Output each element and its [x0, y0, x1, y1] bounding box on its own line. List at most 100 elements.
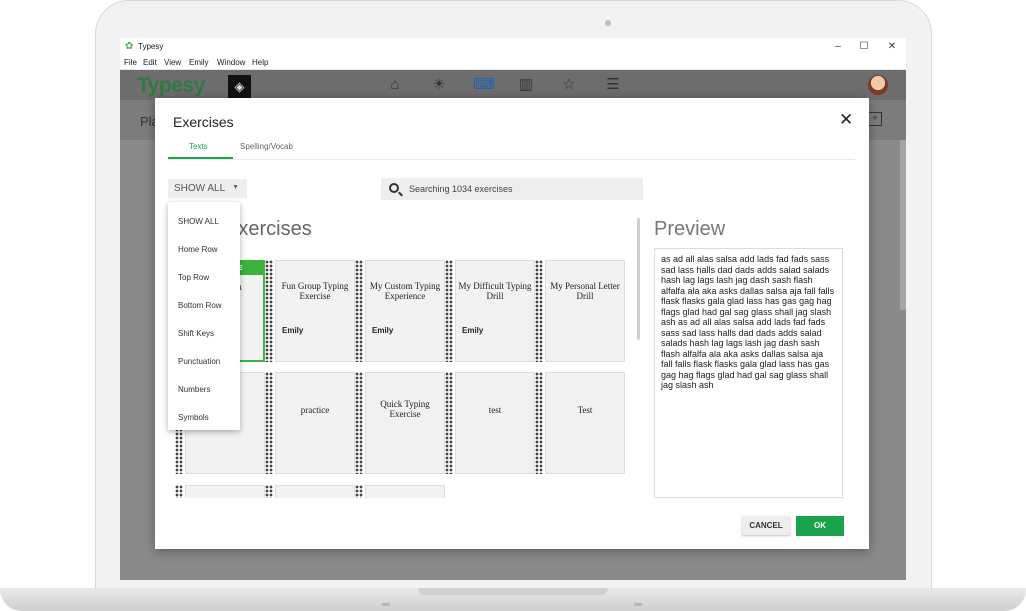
- exercise-card[interactable]: Quick Typing Exercise: [355, 372, 445, 474]
- clipboard-icon[interactable]: ☰: [604, 76, 622, 94]
- title-bar: ✿ Typesy – ☐ ✕: [120, 38, 906, 56]
- lightbulb-icon[interactable]: ☀: [430, 76, 448, 94]
- spiral-binding: [265, 260, 273, 362]
- dropdown-item-home-row[interactable]: Home Row: [178, 245, 218, 254]
- active-tab-indicator: [168, 157, 233, 159]
- spiral-binding: [265, 372, 273, 474]
- dropdown-item-numbers[interactable]: Numbers: [178, 385, 210, 394]
- exercise-card[interactable]: My Personal Letter Drill: [535, 260, 625, 362]
- card-title: test: [488, 405, 502, 415]
- exercise-card[interactable]: [265, 485, 355, 498]
- card-title: Fun Group Typing Exercise: [281, 281, 349, 301]
- home-icon[interactable]: ⌂: [386, 76, 404, 94]
- exercise-card[interactable]: practice: [265, 372, 355, 474]
- tab-spelling-vocab[interactable]: Spelling/Vocab: [240, 142, 293, 151]
- maximize-button[interactable]: ☐: [858, 41, 870, 52]
- card-author: Emily: [372, 326, 394, 335]
- app-header: Typesy ◈ ⌂ ☀ ⌨ ▥ ☆ ☰: [120, 70, 906, 100]
- menu-file[interactable]: File: [124, 58, 137, 67]
- exercise-card[interactable]: Test: [535, 372, 625, 474]
- card-author: Emily: [282, 326, 304, 335]
- menu-view[interactable]: View: [164, 58, 181, 67]
- spiral-binding: [535, 260, 543, 362]
- menu-help[interactable]: Help: [252, 58, 268, 67]
- brand-logo: Typesy: [137, 74, 205, 97]
- exercises-dialog: Exercises ✕ Texts Spelling/Vocab SHOW AL…: [155, 98, 869, 549]
- dialog-title: Exercises: [173, 114, 234, 130]
- card-face: Test: [545, 372, 625, 474]
- chart-icon[interactable]: ▥: [517, 76, 535, 94]
- search-input[interactable]: [409, 182, 637, 196]
- filter-label: SHOW ALL: [174, 183, 226, 194]
- card-face: practice: [275, 372, 355, 474]
- brand-mark-icon: ◈: [228, 75, 251, 98]
- star-icon[interactable]: ☆: [560, 76, 578, 94]
- filter-dropdown-button[interactable]: SHOW ALL ▼: [168, 179, 247, 198]
- dropdown-item-top-row[interactable]: Top Row: [178, 273, 209, 282]
- dropdown-item-show-all[interactable]: SHOW ALL: [178, 217, 219, 226]
- laptop-base: [0, 588, 1026, 611]
- avatar[interactable]: [868, 75, 888, 95]
- spiral-binding: [355, 485, 363, 498]
- dropdown-item-bottom-row[interactable]: Bottom Row: [178, 301, 222, 310]
- spiral-binding: [355, 260, 363, 362]
- close-icon[interactable]: ✕: [839, 110, 853, 130]
- base-foot: [382, 603, 390, 606]
- menu-emily[interactable]: Emily: [189, 58, 209, 67]
- exercise-card[interactable]: Fun Group Typing Exercise Emily: [265, 260, 355, 362]
- window-title: Typesy: [138, 42, 164, 51]
- exercise-card[interactable]: test: [445, 372, 535, 474]
- preview-text: as ad all alas salsa add lads fad fads s…: [654, 248, 843, 498]
- card-title: My Difficult Typing Drill: [458, 281, 532, 301]
- exercise-card[interactable]: My Custom Typing Experience Emily: [355, 260, 445, 362]
- spiral-binding: [445, 372, 453, 474]
- menu-edit[interactable]: Edit: [143, 58, 157, 67]
- card-title: Quick Typing Exercise: [380, 399, 430, 419]
- card-author: Emily: [462, 326, 484, 335]
- dropdown-item-shift-keys[interactable]: Shift Keys: [178, 329, 214, 338]
- exercise-card[interactable]: My Difficult Typing Drill Emily: [445, 260, 535, 362]
- app-logo-icon: ✿: [125, 41, 134, 52]
- tab-texts[interactable]: Texts: [189, 142, 208, 151]
- close-window-button[interactable]: ✕: [886, 41, 898, 52]
- card-face: [275, 485, 355, 498]
- camera-dot: [605, 20, 611, 26]
- keyboard-icon[interactable]: ⌨: [473, 76, 495, 94]
- base-notch: [418, 588, 608, 595]
- tab-bar: Texts Spelling/Vocab: [168, 137, 855, 160]
- minimize-button[interactable]: –: [832, 41, 844, 52]
- card-face: My Custom Typing Experience Emily: [365, 260, 445, 362]
- exercise-card[interactable]: [355, 485, 445, 498]
- spiral-binding: [445, 260, 453, 362]
- menu-bar: File Edit View Emily Window Help: [120, 56, 906, 70]
- spiral-binding: [265, 485, 273, 498]
- card-face: Fun Group Typing Exercise Emily: [275, 260, 355, 362]
- card-title: My Custom Typing Experience: [369, 281, 441, 301]
- base-foot: [634, 603, 642, 606]
- card-face: [185, 485, 265, 498]
- card-face: My Difficult Typing Drill Emily: [455, 260, 535, 362]
- spiral-binding: [175, 485, 183, 498]
- page-scrollbar[interactable]: [900, 140, 906, 310]
- chevron-down-icon: ▼: [232, 184, 239, 191]
- ok-button[interactable]: OK: [796, 516, 844, 536]
- exercise-grid: EXERCISE Common Words Fun Group Typing E…: [175, 260, 625, 498]
- exercise-card[interactable]: [175, 485, 265, 498]
- menu-window[interactable]: Window: [217, 58, 245, 67]
- spiral-binding: [355, 372, 363, 474]
- grid-scrollbar[interactable]: [637, 218, 640, 340]
- dropdown-item-symbols[interactable]: Symbols: [178, 413, 209, 422]
- card-face: Quick Typing Exercise: [365, 372, 445, 474]
- search-bar: [381, 178, 643, 200]
- cancel-button[interactable]: CANCEL: [742, 516, 790, 535]
- filter-dropdown-menu: SHOW ALL Home Row Top Row Bottom Row Shi…: [168, 202, 240, 430]
- add-icon[interactable]: +: [868, 112, 882, 126]
- preview-title: Preview: [654, 218, 726, 240]
- dropdown-item-punctuation[interactable]: Punctuation: [178, 357, 220, 366]
- card-title: practice: [300, 405, 330, 415]
- card-face: [365, 485, 445, 498]
- card-face: test: [455, 372, 535, 474]
- card-title: My Personal Letter Drill: [550, 281, 620, 301]
- search-icon: [389, 183, 399, 193]
- card-title: Test: [577, 405, 593, 415]
